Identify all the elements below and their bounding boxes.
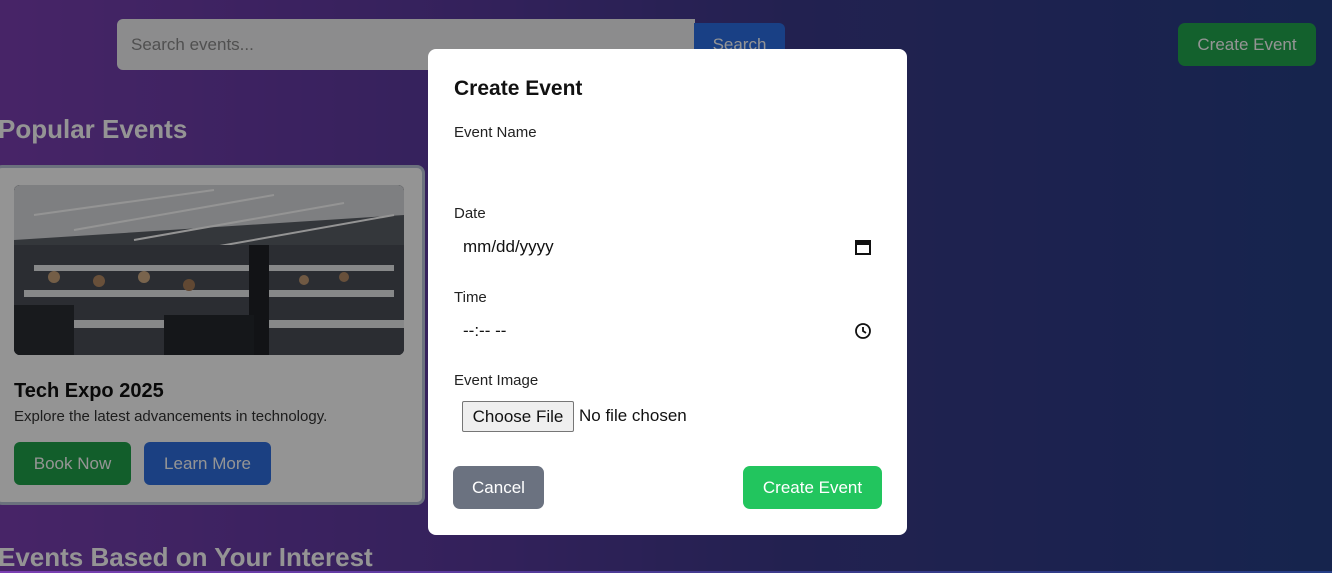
file-status: No file chosen xyxy=(579,406,687,425)
modal-title: Create Event xyxy=(454,77,583,100)
event-image-label: Event Image xyxy=(454,372,539,389)
clock-icon[interactable] xyxy=(854,322,872,340)
time-label: Time xyxy=(454,289,487,306)
create-event-submit-button[interactable]: Create Event xyxy=(743,466,882,509)
choose-file-button[interactable]: Choose File xyxy=(462,401,574,432)
date-value: mm/dd/yyyy xyxy=(463,237,554,256)
date-label: Date xyxy=(454,205,486,222)
cancel-button[interactable]: Cancel xyxy=(453,466,544,509)
event-name-label: Event Name xyxy=(454,124,537,141)
calendar-icon[interactable] xyxy=(854,238,872,256)
time-value: --:-- -- xyxy=(463,321,507,340)
time-input[interactable]: --:-- -- xyxy=(454,314,882,348)
create-event-modal: Create Event Event Name Date mm/dd/yyyy … xyxy=(428,49,907,535)
event-name-input[interactable] xyxy=(454,149,886,191)
date-input[interactable]: mm/dd/yyyy xyxy=(454,230,882,264)
